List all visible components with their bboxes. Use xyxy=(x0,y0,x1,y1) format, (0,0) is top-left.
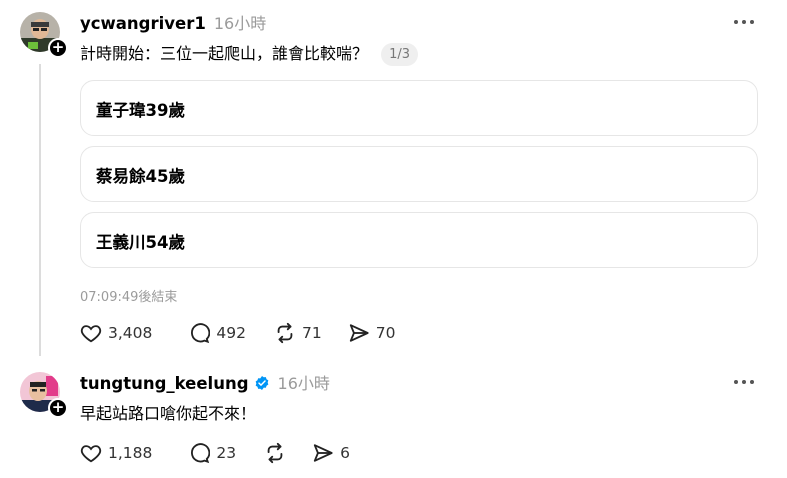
heart-icon xyxy=(80,445,102,463)
like-button[interactable]: 1,188 xyxy=(80,442,152,464)
poll-option-3[interactable]: 王義川54歲 xyxy=(80,212,758,268)
comment-count: 23 xyxy=(216,444,237,462)
comment-count: 492 xyxy=(216,324,246,342)
share-count: 6 xyxy=(340,444,350,462)
username[interactable]: tungtung_keelung xyxy=(80,374,249,393)
share-button[interactable]: 6 xyxy=(312,442,350,464)
verified-badge-icon xyxy=(255,376,268,390)
action-bar: 1,188 23 6 xyxy=(80,442,370,464)
repost-button[interactable]: 71 xyxy=(274,322,322,344)
repost-icon xyxy=(267,442,283,464)
page-indicator: 1/3 xyxy=(381,43,419,66)
follow-plus-icon[interactable]: + xyxy=(48,398,68,418)
action-bar: 3,408 492 71 70 xyxy=(80,322,415,344)
timestamp[interactable]: 16小時 xyxy=(278,370,330,394)
like-button[interactable]: 3,408 xyxy=(80,322,152,344)
thread-line xyxy=(39,64,41,356)
post-ycwangriver1: + ycwangriver1 16小時 計時開始：三位一起爬山，誰會比較喘？ 1… xyxy=(0,0,787,360)
post-tungtung-keelung: + tungtung_keelung 16小時 早起站路口嗆你起不來！ 1,18… xyxy=(0,360,787,478)
comment-button[interactable]: 492 xyxy=(188,322,246,344)
poll-option-1[interactable]: 童子瑋39歲 xyxy=(80,80,758,136)
poll-option-2[interactable]: 蔡易餘45歲 xyxy=(80,146,758,202)
repost-count: 71 xyxy=(301,324,322,342)
poll-option-label: 蔡易餘45歲 xyxy=(96,167,185,186)
more-dots-icon[interactable] xyxy=(733,374,757,390)
username[interactable]: ycwangriver1 xyxy=(80,14,206,33)
share-count: 70 xyxy=(375,324,396,342)
timestamp[interactable]: 16小時 xyxy=(214,10,266,34)
send-icon xyxy=(313,444,333,462)
poll-time-remaining: 07:09:49後結束 xyxy=(80,290,178,305)
follow-plus-icon[interactable]: + xyxy=(48,38,68,58)
send-icon xyxy=(349,324,369,342)
like-count: 3,408 xyxy=(108,324,153,342)
comment-button[interactable]: 23 xyxy=(188,442,236,464)
poll-option-label: 王義川54歲 xyxy=(96,233,185,252)
post-header: ycwangriver1 16小時 xyxy=(80,10,266,34)
post-text: 計時開始：三位一起爬山，誰會比較喘？ 1/3 xyxy=(80,40,419,67)
like-count: 1,188 xyxy=(108,444,153,462)
post-text: 早起站路口嗆你起不來！ xyxy=(80,404,257,423)
comment-bubble-icon xyxy=(191,443,211,464)
repost-icon xyxy=(277,322,293,344)
more-dots-icon[interactable] xyxy=(733,14,757,30)
comment-bubble-icon xyxy=(191,323,211,344)
post-header: tungtung_keelung 16小時 xyxy=(80,370,330,394)
share-button[interactable]: 70 xyxy=(348,322,396,344)
poll-option-label: 童子瑋39歲 xyxy=(96,101,185,120)
repost-button[interactable] xyxy=(264,442,286,464)
heart-icon xyxy=(80,325,102,343)
post-text-content: 計時開始：三位一起爬山，誰會比較喘？ xyxy=(80,44,369,63)
